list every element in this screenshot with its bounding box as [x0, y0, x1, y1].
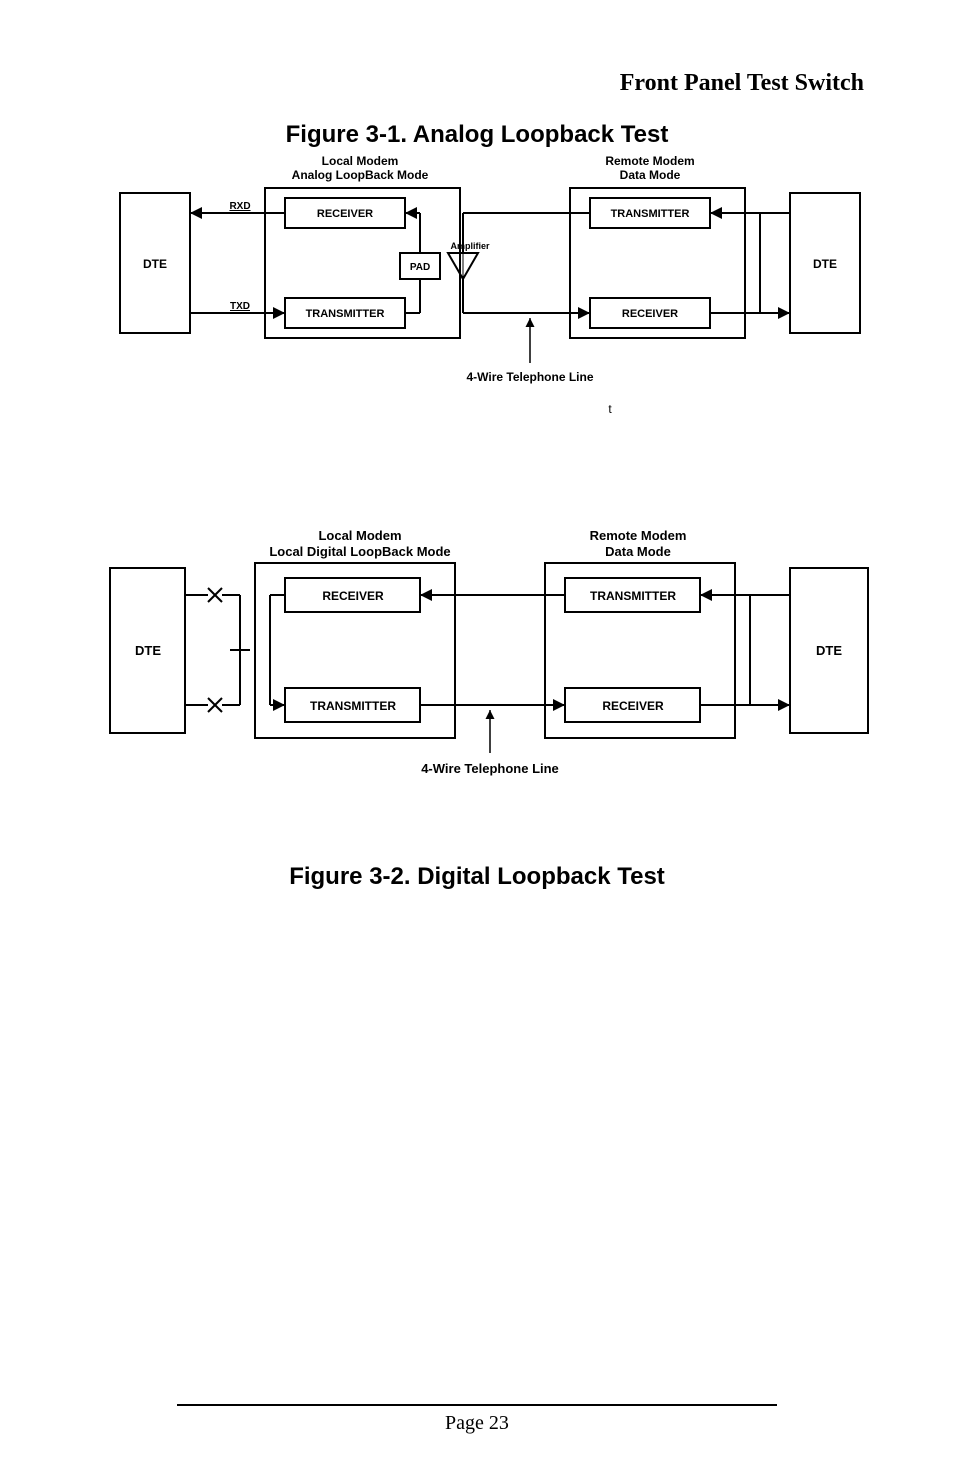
fig2-local-label1: Local Modem: [318, 528, 401, 543]
fig1-remote-receiver: RECEIVER: [622, 308, 678, 320]
fig1-local-transmitter: TRANSMITTER: [306, 308, 385, 320]
fig1-dte-left: DTE: [143, 257, 167, 271]
fig2-remote-label1: Remote Modem: [590, 528, 687, 543]
fig2-local-label2: Local Digital LoopBack Mode: [269, 544, 450, 559]
fig2-remote-label2: Data Mode: [605, 544, 671, 559]
fig2-local-transmitter: TRANSMITTER: [310, 699, 396, 713]
fig1-local-label1: Local Modem: [322, 154, 399, 168]
fig2-line-label: 4-Wire Telephone Line: [421, 761, 559, 776]
page-footer: Page 23: [0, 1404, 954, 1435]
fig1-amplifier: Amplifier: [450, 241, 490, 251]
fig1-remote-label1: Remote Modem: [605, 154, 694, 168]
fig2-local-receiver: RECEIVER: [322, 589, 384, 603]
fig1-remote-label2: Data Mode: [620, 168, 681, 182]
fig1-tick: t: [608, 402, 612, 416]
fig2-remote-transmitter: TRANSMITTER: [590, 589, 676, 603]
figure-2-diagram: Local Modem Local Digital LoopBack Mode …: [90, 528, 890, 808]
figure-1-diagram: Local Modem Analog LoopBack Mode Remote …: [90, 153, 890, 433]
fig1-line-label: 4-Wire Telephone Line: [466, 370, 593, 384]
fig1-remote-transmitter: TRANSMITTER: [611, 208, 690, 220]
fig1-dte-right: DTE: [813, 257, 837, 271]
fig1-pad: PAD: [410, 262, 430, 273]
fig2-remote-receiver: RECEIVER: [602, 699, 664, 713]
fig2-dte-left: DTE: [135, 643, 161, 658]
page-number: Page 23: [445, 1412, 509, 1434]
fig1-rxd-label: RXD: [229, 201, 250, 212]
figure-1-title: Figure 3-1. Analog Loopback Test: [90, 121, 864, 149]
footer-rule: [177, 1404, 777, 1406]
figure-2-title: Figure 3-2. Digital Loopback Test: [90, 863, 864, 891]
fig1-local-receiver: RECEIVER: [317, 208, 373, 220]
fig1-txd-label: TXD: [230, 301, 250, 312]
page-header: Front Panel Test Switch: [90, 70, 864, 97]
fig2-dte-right: DTE: [816, 643, 842, 658]
fig1-local-label2: Analog LoopBack Mode: [292, 168, 429, 182]
